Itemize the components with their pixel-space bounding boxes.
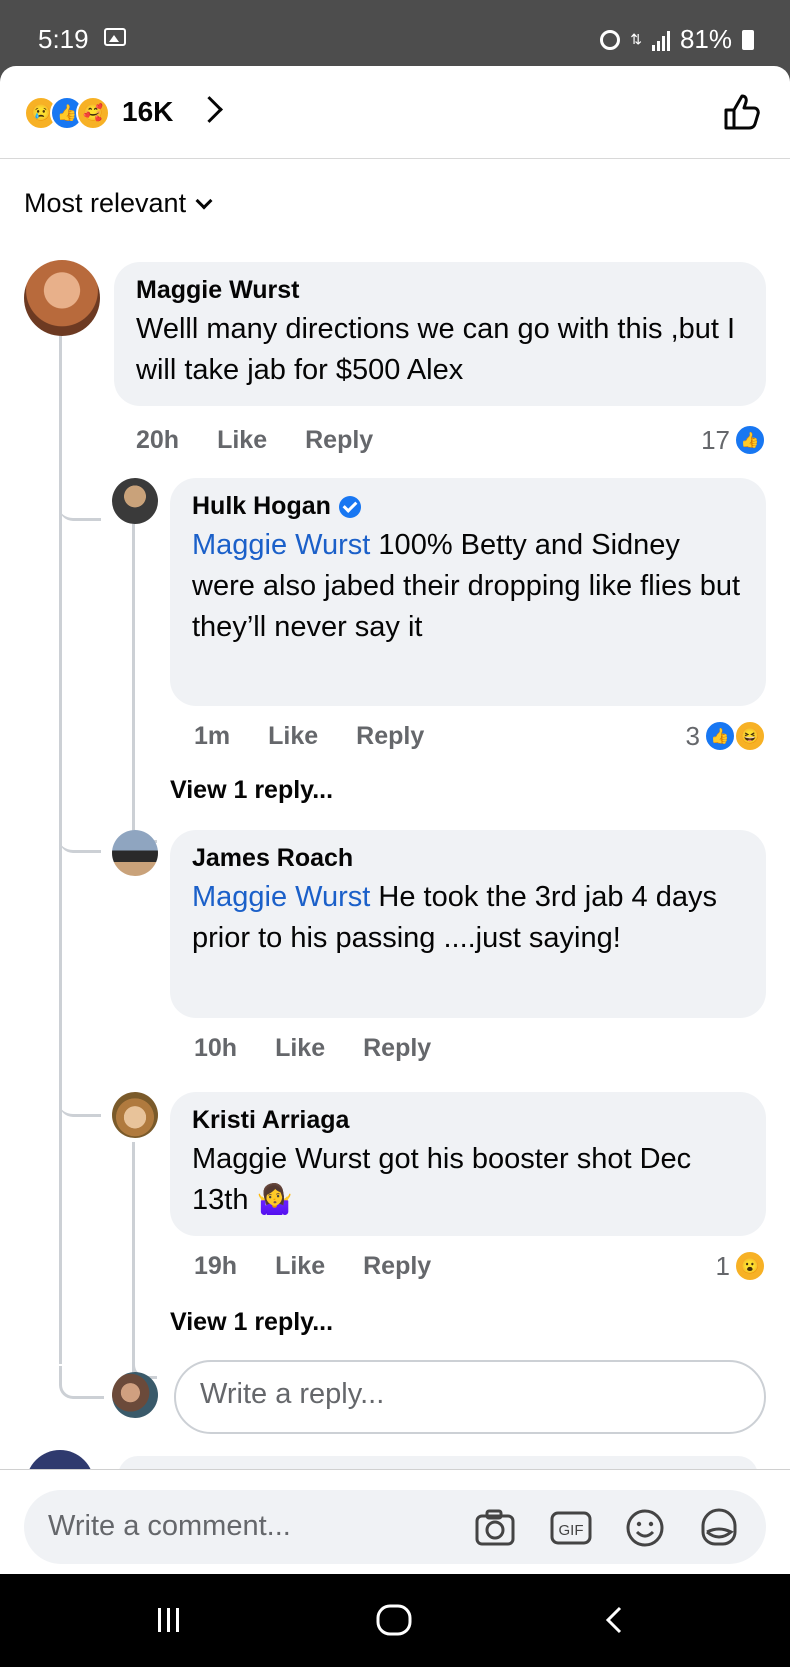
comment-composer: Write a comment... GIF bbox=[0, 1469, 790, 1574]
status-time: 5:19 bbox=[38, 24, 89, 54]
sticker-icon[interactable] bbox=[698, 1508, 740, 1548]
emoji-icon[interactable] bbox=[624, 1508, 666, 1548]
reply-bubble: Kristi Arriaga Maggie Wurst got his boos… bbox=[170, 1092, 766, 1236]
thread-connector bbox=[59, 1084, 101, 1117]
reaction-count: 17 bbox=[701, 424, 730, 455]
camera-icon[interactable] bbox=[474, 1508, 516, 1548]
view-replies-link[interactable]: View 1 reply... bbox=[170, 776, 333, 805]
reply-actions: 10h Like Reply bbox=[194, 1034, 469, 1063]
like-button[interactable]: Like bbox=[268, 722, 318, 751]
battery-percent: 81% bbox=[679, 24, 732, 54]
chevron-right-icon[interactable] bbox=[196, 96, 223, 123]
reply-text: Maggie Wurst got his booster shot Dec 13… bbox=[192, 1143, 692, 1216]
sort-label: Most relevant bbox=[24, 188, 187, 218]
status-right: ⇅ 81% bbox=[600, 24, 754, 55]
comment-time: 20h bbox=[136, 426, 180, 454]
svg-text:GIF: GIF bbox=[559, 1522, 584, 1539]
reply-author[interactable]: Kristi Arriaga bbox=[192, 1106, 744, 1135]
comment-author[interactable]: Maggie Wurst bbox=[136, 276, 744, 305]
comment-placeholder: Write a comment... bbox=[48, 1510, 291, 1542]
mention-link[interactable]: Maggie Wurst bbox=[192, 529, 370, 561]
haha-reaction-icon: 😆 bbox=[734, 720, 766, 752]
avatar[interactable] bbox=[112, 478, 158, 524]
reply-time: 10h bbox=[194, 1034, 238, 1062]
reply-text: Maggie Wurst He took the 3rd jab 4 days … bbox=[192, 877, 744, 959]
reply-button[interactable]: Reply bbox=[305, 426, 373, 455]
verified-badge-icon bbox=[338, 495, 361, 518]
like-button[interactable]: Like bbox=[217, 426, 267, 455]
reaction-icons[interactable]: 😢 👍 🥰 bbox=[24, 96, 110, 130]
like-reaction-icon: 👍 bbox=[704, 720, 736, 752]
reply-actions: 19h Like Reply bbox=[194, 1252, 469, 1281]
comments-sheet: 😢 👍 🥰 16K Most relevant Maggie Wurst Wel… bbox=[0, 66, 790, 1574]
status-bar: 5:19 ⇅ 81% bbox=[0, 0, 790, 66]
reply-bubble: James Roach Maggie Wurst He took the 3rd… bbox=[170, 830, 766, 1018]
recent-apps-button[interactable] bbox=[154, 1602, 184, 1638]
reply-author[interactable]: Hulk Hogan bbox=[192, 492, 744, 521]
gif-icon[interactable]: GIF bbox=[550, 1508, 592, 1548]
reaction-count[interactable]: 16K bbox=[122, 96, 173, 128]
like-button[interactable]: Like bbox=[275, 1034, 325, 1063]
reply-button[interactable]: Reply bbox=[363, 1034, 431, 1063]
care-reaction-icon: 🥰 bbox=[76, 96, 110, 130]
chevron-down-icon bbox=[195, 192, 213, 209]
reaction-count: 1 bbox=[715, 1250, 730, 1281]
comment-bubble: Maggie Wurst Welll many directions we ca… bbox=[114, 262, 766, 406]
system-nav-bar bbox=[0, 1574, 790, 1667]
avatar[interactable] bbox=[112, 830, 158, 876]
reaction-summary[interactable]: 3 👍 😆 bbox=[686, 720, 766, 752]
battery-icon bbox=[742, 29, 754, 50]
thread-connector bbox=[59, 1366, 104, 1399]
sort-dropdown[interactable]: Most relevant bbox=[24, 188, 213, 219]
reply-time: 1m bbox=[194, 722, 231, 750]
data-icon: ⇅ bbox=[630, 31, 642, 47]
like-button[interactable]: Like bbox=[275, 1252, 325, 1281]
thread-connector bbox=[59, 486, 101, 521]
avatar[interactable] bbox=[112, 1092, 158, 1138]
reaction-summary[interactable]: 17 👍 bbox=[701, 424, 766, 456]
comment-input[interactable]: Write a comment... GIF bbox=[24, 1490, 766, 1564]
reaction-summary[interactable]: 1 😮 bbox=[716, 1250, 766, 1282]
home-button[interactable] bbox=[374, 1602, 414, 1638]
thread-connector bbox=[59, 820, 101, 853]
reply-text: Maggie Wurst 100% Betty and Sidney were … bbox=[192, 525, 744, 648]
reply-button[interactable]: Reply bbox=[363, 1252, 431, 1281]
gallery-notification-icon bbox=[104, 28, 126, 46]
reply-actions: 1m Like Reply bbox=[194, 722, 462, 751]
mention-link[interactable]: Maggie Wurst bbox=[192, 881, 370, 913]
comment-text: Welll many directions we can go with thi… bbox=[136, 313, 736, 386]
reply-input[interactable]: Write a reply... bbox=[174, 1360, 766, 1434]
reply-bubble: Hulk Hogan Maggie Wurst 100% Betty and S… bbox=[170, 478, 766, 706]
view-replies-link[interactable]: View 1 reply... bbox=[170, 1308, 333, 1337]
back-button[interactable] bbox=[600, 1602, 630, 1638]
reply-button[interactable]: Reply bbox=[356, 722, 424, 751]
reply-thread-line bbox=[132, 518, 135, 840]
current-user-avatar bbox=[112, 1372, 158, 1418]
reactions-header[interactable]: 😢 👍 🥰 16K bbox=[0, 66, 790, 159]
reply-author-name: Hulk Hogan bbox=[192, 492, 331, 520]
avatar[interactable] bbox=[24, 260, 100, 336]
wow-reaction-icon: 😮 bbox=[734, 1250, 766, 1282]
like-reaction-icon: 👍 bbox=[734, 424, 766, 456]
alarm-icon bbox=[600, 29, 621, 50]
like-outline-icon[interactable] bbox=[722, 92, 762, 132]
reply-author[interactable]: James Roach bbox=[192, 844, 744, 873]
signal-icon bbox=[651, 29, 670, 51]
reaction-count: 3 bbox=[685, 720, 700, 751]
reply-time: 19h bbox=[194, 1252, 238, 1280]
comment-actions: 20h Like Reply bbox=[136, 426, 411, 455]
